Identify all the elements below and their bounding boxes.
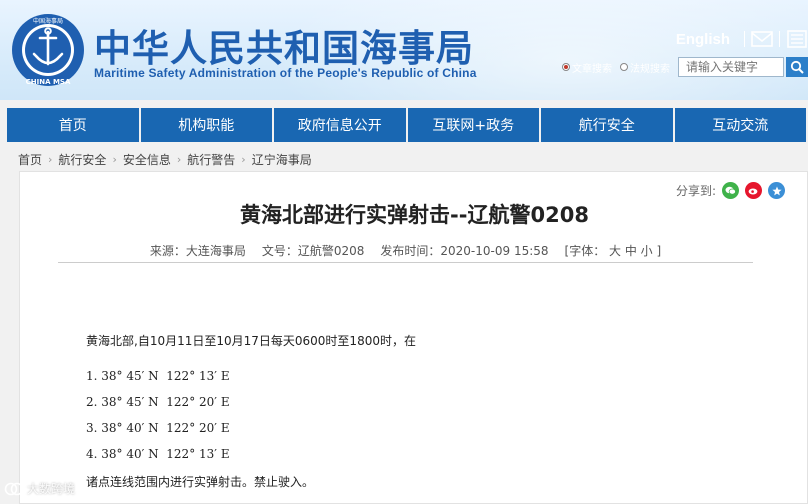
- watermark-text: 大数跨境: [27, 482, 76, 496]
- search-icon: [790, 60, 804, 74]
- chevron-right-icon: ›: [176, 153, 182, 166]
- article-title: 黄海北部进行实弹射击--辽航警0208: [240, 203, 589, 227]
- meta-publish-time: 发布时间：2020-10-09 15:58: [380, 244, 549, 258]
- site-header: 中国海事局 CHINA MSA 中华人民共和国海事局 Maritime Safe…: [0, 0, 808, 100]
- wechat-icon[interactable]: [722, 182, 739, 199]
- search-area: 文章搜索 法规搜索: [562, 56, 808, 78]
- radio-selected-icon[interactable]: [562, 63, 570, 71]
- article-closing: 诸点连线范围内进行实弹射击。禁止驶入。: [86, 475, 315, 489]
- radio-icon[interactable]: [620, 63, 628, 71]
- nav-home[interactable]: 首页: [7, 108, 139, 142]
- nav-navigation-safety[interactable]: 航行安全: [541, 108, 673, 142]
- list-item: 1. 38° 45′ N 122° 13′ E: [86, 369, 230, 383]
- nav-interaction[interactable]: 互动交流: [674, 108, 806, 142]
- coordinate-list: 1. 38° 45′ N 122° 13′ E 2. 38° 45′ N 122…: [86, 368, 230, 472]
- breadcrumb-home[interactable]: 首页: [18, 151, 42, 168]
- breadcrumb-safety-info[interactable]: 安全信息: [123, 151, 171, 168]
- english-link[interactable]: English: [676, 31, 730, 48]
- list-item: 4. 38° 40′ N 122° 13′ E: [86, 447, 230, 461]
- main-nav: 首页 机构职能 政府信息公开 互联网+政务 航行安全 互动交流: [7, 108, 808, 142]
- top-tools: English: [676, 26, 808, 52]
- watermark: 大数跨境: [4, 480, 75, 497]
- share-bar: 分享到:: [676, 182, 785, 199]
- qzone-icon[interactable]: [768, 182, 785, 199]
- share-label: 分享到:: [675, 184, 716, 198]
- meta-source: 来源：大连海事局: [149, 244, 246, 258]
- nav-gov-info[interactable]: 政府信息公开: [274, 108, 406, 142]
- article-intro: 黄海北部,自10月11日至10月17日每天0600时至1800时，在: [86, 334, 416, 348]
- logo-text-top: 中国海事局: [33, 17, 63, 25]
- search-option-label: 法规搜索: [630, 63, 670, 75]
- article-meta: 来源：大连海事局 文号：辽航警0208 发布时间：2020-10-09 15:5…: [58, 235, 753, 263]
- divider: [744, 31, 745, 47]
- search-button[interactable]: [786, 57, 808, 77]
- article-panel: 分享到: 黄海北部进行实弹射击--辽航警0208 来源：大连海事局 文号：辽航警…: [19, 171, 808, 504]
- search-input[interactable]: [678, 57, 784, 77]
- meta-doc-number: 文号：辽航警0208: [261, 244, 365, 258]
- logo-text-bottom: CHINA MSA: [26, 78, 71, 86]
- search-option-label: 文章搜索: [572, 63, 612, 75]
- search-option-articles[interactable]: 文章搜索: [562, 60, 612, 75]
- msa-logo[interactable]: 中国海事局 CHINA MSA: [10, 12, 86, 88]
- breadcrumb-navigation-safety[interactable]: 航行安全: [58, 151, 106, 168]
- chevron-right-icon: ›: [48, 153, 53, 166]
- font-size-control[interactable]: [字体： 大 中 小 ]: [565, 242, 662, 259]
- breadcrumb-nav-warnings[interactable]: 航行警告: [187, 151, 235, 168]
- search-option-regulations[interactable]: 法规搜索: [620, 60, 670, 75]
- weibo-icon[interactable]: [745, 182, 762, 199]
- breadcrumb: 首页 › 航行安全 › 安全信息 › 航行警告 › 辽宁海事局: [18, 151, 312, 168]
- chevron-right-icon: ›: [241, 153, 246, 166]
- watermark-logo-icon: [4, 482, 24, 495]
- nav-internet-gov[interactable]: 互联网+政务: [407, 108, 539, 142]
- site-subtitle: Maritime Safety Administration of the Pe…: [94, 66, 477, 80]
- site-title: 中华人民共和国海事局: [94, 27, 474, 70]
- divider: [779, 31, 780, 47]
- list-item: 2. 38° 45′ N 122° 20′ E: [86, 395, 230, 409]
- breadcrumb-liaoning[interactable]: 辽宁海事局: [252, 151, 312, 168]
- list-item: 3. 38° 40′ N 122° 20′ E: [86, 421, 230, 435]
- chevron-right-icon: ›: [112, 153, 117, 166]
- mail-icon[interactable]: [751, 30, 773, 48]
- nav-functions[interactable]: 机构职能: [140, 108, 272, 142]
- newspaper-icon[interactable]: [786, 30, 808, 48]
